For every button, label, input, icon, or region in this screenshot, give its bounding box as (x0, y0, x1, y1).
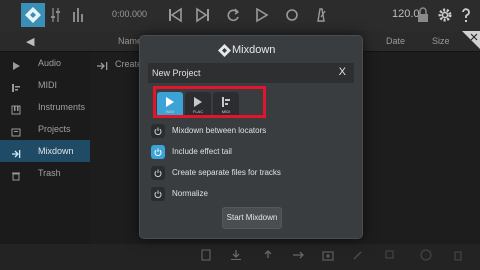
mixdown-logo-icon (218, 44, 231, 57)
lock-icon[interactable] (417, 6, 429, 24)
sidebar-item-audio[interactable]: Audio (0, 52, 90, 74)
sidebar-item-label: MIDI (38, 80, 57, 90)
close-button[interactable]: X (339, 66, 346, 78)
back-arrow-icon[interactable]: ◀ (26, 35, 34, 48)
metronome-icon[interactable] (314, 6, 328, 24)
loop-icon[interactable] (225, 6, 241, 24)
sidebar-item-midi[interactable]: MIDI (0, 74, 90, 96)
skip-back-icon[interactable] (168, 6, 182, 24)
tempo-display[interactable]: 120.0 (392, 8, 420, 20)
column-date[interactable]: Date (386, 36, 405, 46)
sidebar-item-trash[interactable]: Trash (0, 162, 90, 184)
info-icon[interactable] (420, 248, 432, 261)
start-mixdown-button[interactable]: Start Mixdown (222, 207, 282, 229)
power-toggle-icon[interactable] (151, 187, 165, 201)
instrument-icon (11, 102, 21, 115)
mixdown-dialog: Mixdown New Project X WAV FLAC MIDI Mixd… (139, 35, 363, 239)
option-include-effect-tail[interactable]: Include effect tail (148, 143, 354, 161)
sidebar-item-label: Projects (38, 124, 71, 134)
skip-forward-icon[interactable] (196, 6, 210, 24)
power-toggle-icon[interactable] (151, 145, 165, 159)
project-name-field[interactable]: New Project X (148, 63, 354, 83)
sidebar-item-label: Audio (38, 58, 62, 68)
new-folder-icon[interactable] (322, 248, 334, 261)
project-name: New Project (152, 68, 201, 78)
import-icon[interactable] (230, 248, 242, 260)
option-label: Mixdown between locators (172, 126, 267, 135)
record-icon[interactable] (285, 6, 299, 24)
option-label: Include effect tail (172, 147, 232, 156)
settings-gear-icon[interactable] (437, 6, 453, 24)
sidebar-item-label: Mixdown (38, 146, 74, 156)
time-display: 0:00.000 (112, 9, 148, 19)
move-icon[interactable] (292, 248, 304, 260)
sidebar: Audio MIDI Instruments Projects Mixdown … (0, 52, 90, 257)
bottom-toolbar (0, 244, 480, 270)
format-highlight-box (153, 86, 266, 118)
power-toggle-icon[interactable] (151, 166, 165, 180)
dialog-title: Mixdown (232, 44, 276, 56)
app-logo[interactable] (21, 3, 45, 27)
create-mixdown-icon[interactable] (96, 58, 108, 76)
option-normalize[interactable]: Normalize (148, 185, 354, 203)
column-size[interactable]: Size (432, 36, 450, 46)
power-toggle-icon[interactable] (151, 124, 165, 138)
rename-icon[interactable] (352, 248, 364, 260)
option-label: Normalize (172, 189, 209, 198)
midi-icon (11, 80, 21, 92)
option-mixdown-between-locators[interactable]: Mixdown between locators (148, 122, 354, 140)
equalizer-icon[interactable] (72, 6, 86, 24)
sidebar-item-label: Instruments (38, 102, 86, 112)
mixer-icon[interactable] (50, 6, 64, 24)
duplicate-icon[interactable] (384, 248, 396, 260)
option-label: Create separate files for tracks (172, 168, 281, 177)
delete-icon[interactable] (452, 248, 464, 261)
option-separate-files[interactable]: Create separate files for tracks (148, 164, 354, 182)
top-toolbar: 0:00.000 120.0 (0, 0, 480, 32)
create-label[interactable]: Create (115, 59, 142, 69)
sidebar-item-label: Trash (38, 168, 61, 178)
sidebar-item-mixdown[interactable]: Mixdown (0, 140, 90, 162)
sidebar-item-projects[interactable]: Projects (0, 118, 90, 140)
play-icon[interactable] (255, 6, 269, 24)
mixdown-icon (11, 146, 21, 158)
help-icon[interactable] (460, 6, 472, 24)
projects-icon (11, 124, 21, 137)
play-icon (11, 58, 21, 70)
document-icon[interactable] (200, 248, 212, 261)
trash-icon (11, 168, 21, 181)
share-icon[interactable] (262, 248, 274, 260)
sidebar-item-instruments[interactable]: Instruments (0, 96, 90, 118)
